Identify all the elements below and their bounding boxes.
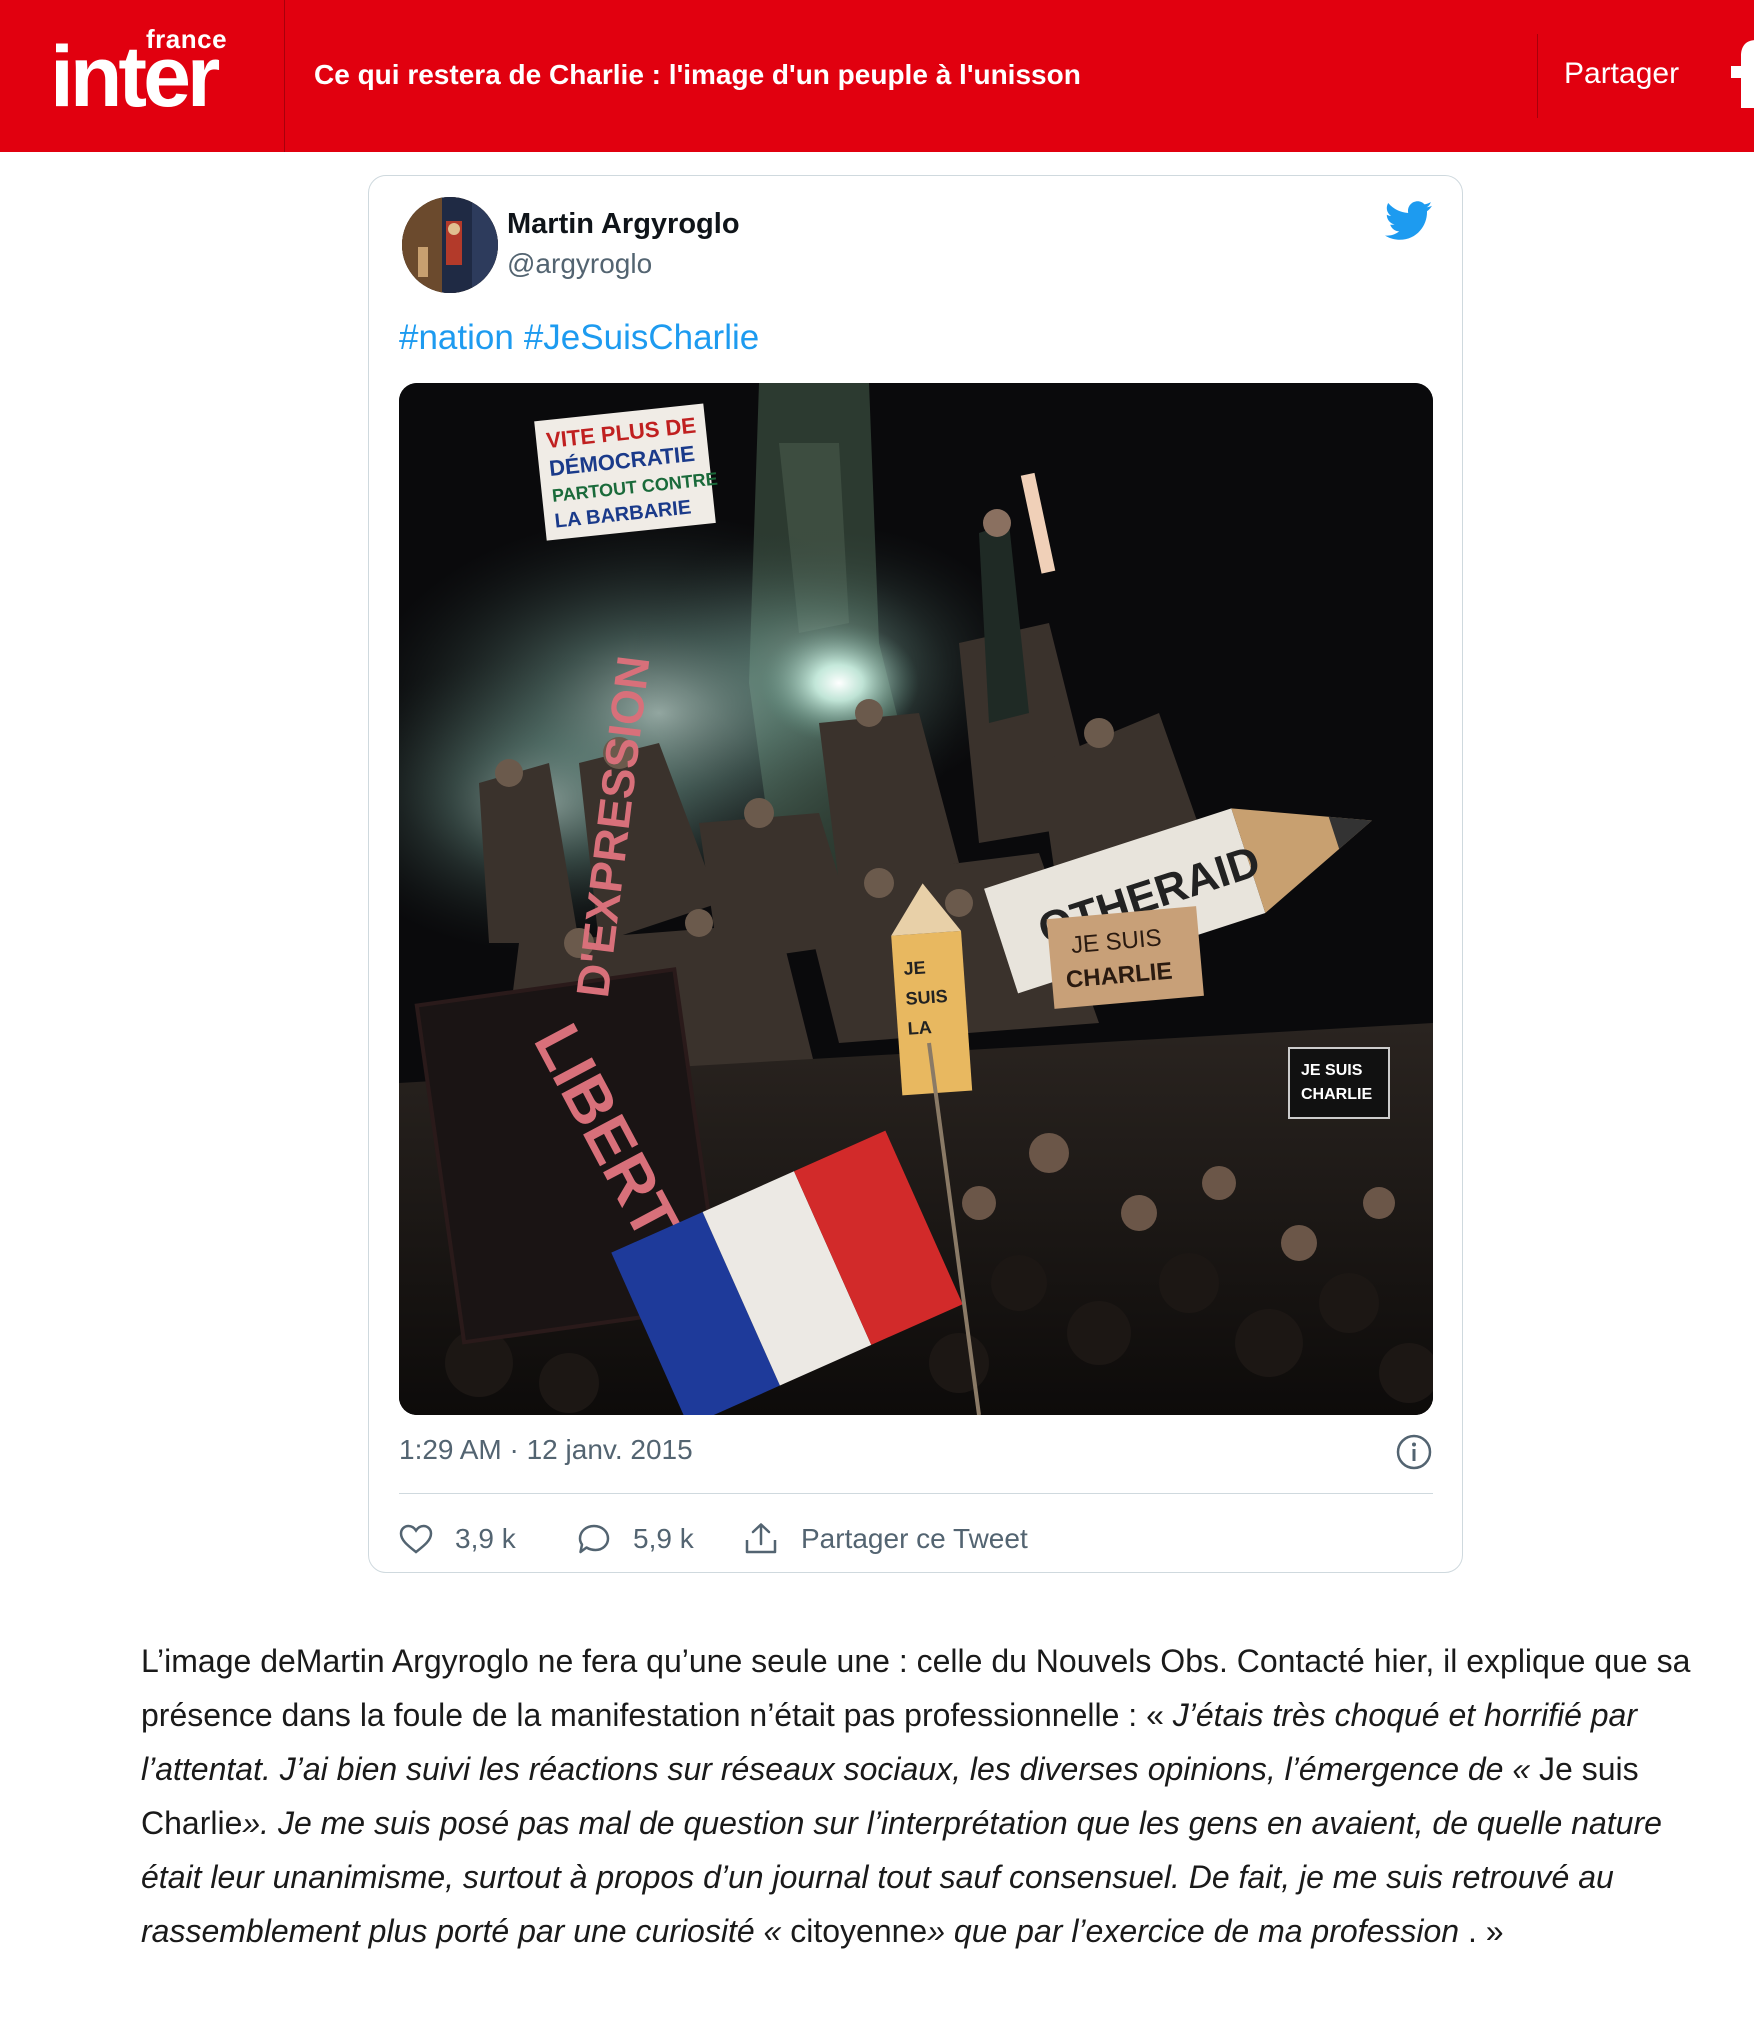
reply-count: 5,9 k <box>633 1523 694 1554</box>
photographer-name: Martin Argyroglo <box>295 1643 529 1679</box>
reply-bubble-icon <box>578 1524 610 1554</box>
author-name[interactable]: Martin Argyroglo <box>507 208 740 241</box>
quote-mark: « <box>763 1913 791 1949</box>
hashtag-link[interactable]: #JeSuisCharlie <box>524 318 759 357</box>
article-body: L’image deMartin Argyroglo ne fera qu’un… <box>141 1634 1701 1958</box>
top-bar: france inter Ce qui restera de Charlie :… <box>0 0 1754 152</box>
reply-button[interactable]: 5,9 k <box>577 1519 694 1559</box>
inner-quote: citoyenne <box>790 1913 928 1949</box>
tweet-photo[interactable]: OTHERAID VITE PLUS DE DÉMOCRATIE PARTOUT… <box>399 383 1433 1415</box>
tweet-divider <box>399 1493 1433 1494</box>
twitter-bird-icon[interactable] <box>1385 200 1433 242</box>
logo-inter-text: inter <box>50 29 220 125</box>
author-avatar[interactable] <box>402 197 498 293</box>
page-title: Ce qui restera de Charlie : l'image d'un… <box>314 59 1081 90</box>
heart-icon <box>399 1524 433 1554</box>
article-paragraph: L’image deMartin Argyroglo ne fera qu’un… <box>141 1634 1701 1958</box>
facebook-icon[interactable] <box>1728 40 1754 108</box>
share-tweet-label: Partager ce Tweet <box>801 1523 1028 1554</box>
info-icon[interactable] <box>1395 1433 1433 1471</box>
quote-mark: « <box>1512 1751 1540 1787</box>
tweet-timestamp[interactable]: 1:29 AM · 12 janv. 2015 <box>399 1434 693 1466</box>
tweet-text: #nation #JeSuisCharlie <box>399 318 769 358</box>
share-button[interactable]: Partager <box>1564 56 1679 92</box>
sign-line: JE SUIS <box>1301 1062 1363 1079</box>
author-handle[interactable]: @argyroglo <box>507 248 652 280</box>
sign-line: CHARLIE <box>1301 1086 1372 1103</box>
quote-mark: » <box>242 1805 261 1841</box>
share-arrow-icon <box>745 1523 777 1554</box>
quote-text: que par l’exercice de ma profession <box>945 1913 1460 1949</box>
share-tweet-button[interactable]: Partager ce Tweet <box>743 1519 1028 1559</box>
hashtag-link[interactable]: #nation <box>399 318 514 357</box>
sign-line: JE <box>903 957 926 978</box>
quote-mark: » <box>927 1913 945 1949</box>
paragraph-text: . » <box>1459 1913 1504 1949</box>
like-count: 3,9 k <box>455 1523 516 1554</box>
paragraph-text: L’image de <box>141 1643 296 1679</box>
sign-line: LA <box>907 1017 932 1039</box>
sign-line: SUIS <box>905 986 948 1009</box>
like-button[interactable]: 3,9 k <box>399 1519 516 1559</box>
france-inter-logo[interactable]: france inter <box>0 0 285 152</box>
embedded-tweet[interactable]: Martin Argyroglo @argyroglo #nation #JeSu… <box>368 175 1463 1573</box>
header-divider <box>1537 34 1538 118</box>
